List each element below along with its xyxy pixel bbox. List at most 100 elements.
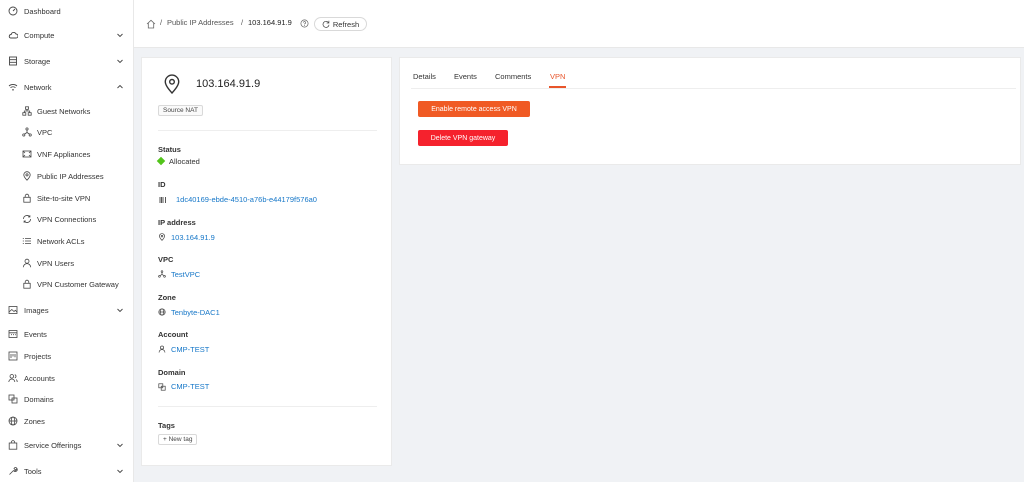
status-label: Status (158, 145, 181, 154)
question-circle-icon[interactable] (300, 19, 309, 28)
sidebar-item-dashboard[interactable]: Dashboard (0, 1, 134, 21)
new-tag-button[interactable]: + New tag (158, 434, 198, 445)
sidebar-item-site-to-site-vpn[interactable]: Site-to-site VPN (0, 188, 134, 208)
sidebar-item-service-offerings[interactable]: Service Offerings (0, 435, 134, 455)
sidebar-item-label: Zones (24, 416, 45, 426)
tab-comments[interactable]: Comments (495, 72, 531, 81)
vpc-icon (22, 127, 32, 137)
domain-icon (158, 383, 166, 391)
shopping-icon (8, 440, 18, 450)
tags-label: Tags (158, 421, 175, 430)
sidebar-item-network[interactable]: Network (0, 77, 134, 97)
sidebar-item-vpn-users[interactable]: VPN Users (0, 253, 134, 273)
tab-events[interactable]: Events (454, 72, 477, 81)
sidebar-item-tools[interactable]: Tools (0, 461, 134, 481)
tab-vpn[interactable]: VPN (550, 72, 565, 81)
chevron-down-icon (116, 57, 124, 65)
tab-details[interactable]: Details (413, 72, 436, 81)
lock-icon (22, 279, 32, 289)
chevron-down-icon (116, 467, 124, 475)
network-icon (22, 106, 32, 116)
sidebar-item-label: VPN Users (37, 258, 75, 268)
delete-vpn-gateway-button[interactable]: Delete VPN gateway (418, 130, 508, 146)
location-icon (163, 74, 181, 94)
sidebar-item-label: Network ACLs (37, 236, 85, 246)
user-icon (22, 258, 32, 268)
sidebar-item-guest-networks[interactable]: Guest Networks (0, 101, 134, 121)
chevron-down-icon (116, 31, 124, 39)
sidebar-item-label: VPN Connections (37, 214, 97, 224)
status-value: Allocated (169, 157, 200, 166)
resource-detail-card: 103.164.91.9 Source NAT Status Allocated… (141, 57, 392, 466)
user-icon (158, 345, 166, 353)
account-value[interactable]: CMP-TEST (171, 345, 209, 354)
sidebar-item-public-ip-addresses[interactable]: Public IP Addresses (0, 166, 134, 186)
schedule-icon (8, 329, 18, 339)
ip-address-value[interactable]: 103.164.91.9 (171, 233, 215, 242)
sidebar-item-vpc[interactable]: VPC (0, 122, 134, 142)
sidebar-item-vnf-appliances[interactable]: VNF Appliances (0, 144, 134, 164)
domain-icon (8, 394, 18, 404)
divider (158, 406, 377, 407)
location-icon (158, 233, 166, 241)
image-icon (8, 305, 18, 315)
sidebar-item-label: VPC (37, 127, 53, 137)
vnf-icon (22, 149, 32, 159)
refresh-button[interactable]: Refresh (314, 17, 367, 31)
zone-label: Zone (158, 293, 176, 302)
sidebar-item-label: Tools (24, 466, 42, 476)
sidebar-item-label: Events (24, 329, 47, 339)
globe-icon (158, 308, 166, 316)
home-icon[interactable] (146, 19, 156, 29)
active-tab-indicator (549, 86, 566, 88)
vpc-value[interactable]: TestVPC (171, 270, 200, 279)
sidebar-item-vpn-connections[interactable]: VPN Connections (0, 209, 134, 229)
breadcrumb-separator: / (160, 18, 163, 27)
reload-icon (322, 20, 330, 28)
resource-title: 103.164.91.9 (196, 78, 261, 90)
sidebar-item-network-acls[interactable]: Network ACLs (0, 231, 134, 251)
sidebar-item-label: Site-to-site VPN (37, 193, 91, 203)
sidebar-item-label: Storage (24, 56, 51, 66)
sidebar-item-storage[interactable]: Storage (0, 51, 134, 71)
account-label: Account (158, 330, 188, 339)
sidebar-item-images[interactable]: Images (0, 300, 134, 320)
sidebar-item-accounts[interactable]: Accounts (0, 368, 134, 388)
enable-remote-access-vpn-button[interactable]: Enable remote access VPN (418, 101, 530, 117)
sidebar-item-label: Dashboard (24, 6, 61, 16)
storage-icon (8, 56, 18, 66)
vpc-icon (158, 270, 166, 278)
top-bar: / Public IP Addresses / 103.164.91.9 Ref… (134, 0, 1024, 48)
domain-label: Domain (158, 368, 186, 377)
sidebar-item-label: Images (24, 305, 49, 315)
sidebar-item-label: Public IP Addresses (37, 171, 104, 181)
project-icon (8, 351, 18, 361)
sidebar-item-vpn-customer-gateway[interactable]: VPN Customer Gateway (0, 274, 134, 294)
sidebar-item-compute[interactable]: Compute (0, 25, 134, 45)
sidebar-item-label: VNF Appliances (37, 149, 91, 159)
id-value[interactable]: 1dc40169-ebde-4510-a76b-e44179f576a0 (176, 195, 317, 204)
sidebar-item-label: Accounts (24, 373, 55, 383)
chevron-down-icon (116, 441, 124, 449)
team-icon (8, 373, 18, 383)
breadcrumb-current: 103.164.91.9 (248, 18, 292, 27)
sidebar-item-label: Guest Networks (37, 106, 91, 116)
list-icon (22, 236, 32, 246)
sidebar: Dashboard Compute Storage Network Guest … (0, 0, 134, 482)
globe-icon (8, 416, 18, 426)
tool-icon (8, 466, 18, 476)
id-label: ID (158, 180, 166, 189)
breadcrumb-separator: / (241, 18, 244, 27)
sidebar-item-zones[interactable]: Zones (0, 411, 134, 431)
sidebar-item-events[interactable]: Events (0, 324, 134, 344)
sidebar-item-domains[interactable]: Domains (0, 389, 134, 409)
domain-value[interactable]: CMP-TEST (171, 382, 209, 391)
sync-icon (22, 214, 32, 224)
zone-value[interactable]: Tenbyte-DAC1 (171, 308, 220, 317)
breadcrumb-public-ip-addresses[interactable]: Public IP Addresses (167, 18, 234, 27)
ip-address-label: IP address (158, 218, 196, 227)
tabs-divider (411, 88, 1016, 89)
sidebar-item-label: Domains (24, 394, 54, 404)
sidebar-item-projects[interactable]: Projects (0, 346, 134, 366)
divider (158, 130, 377, 131)
